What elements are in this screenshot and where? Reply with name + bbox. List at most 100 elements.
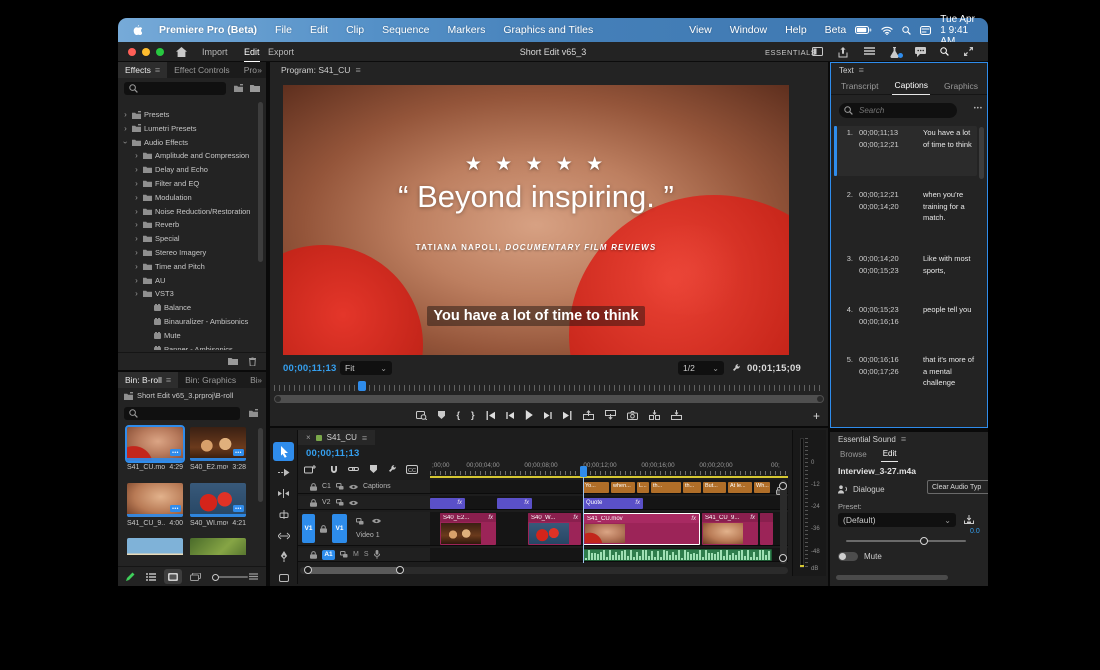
caption-search-box[interactable] xyxy=(839,103,957,118)
nest-button[interactable] xyxy=(304,465,316,474)
menu-item-view[interactable]: View xyxy=(680,24,721,36)
comparison-view-button[interactable] xyxy=(416,411,427,420)
tab-edit[interactable]: Edit xyxy=(881,446,899,462)
eye-icon[interactable] xyxy=(349,500,358,506)
freeform-view-icon[interactable] xyxy=(190,573,201,581)
graphics-clip[interactable]: fx xyxy=(497,498,532,509)
lock-icon[interactable] xyxy=(310,551,317,559)
lock-icon[interactable] xyxy=(310,499,317,507)
tab-bin-au[interactable]: Bin: Au xyxy=(243,372,257,388)
battery-icon[interactable] xyxy=(855,26,872,34)
tree-item-presets[interactable]: ›Presets xyxy=(122,108,254,121)
edit-pencil-icon[interactable] xyxy=(126,572,135,581)
tab-captions[interactable]: Captions xyxy=(892,77,930,95)
solo-button[interactable]: S xyxy=(364,551,369,558)
tab-bin-b-roll[interactable]: Bin: B-roll≡ xyxy=(118,372,178,388)
tree-expand-arrow[interactable]: › xyxy=(133,179,140,188)
sync-lock-icon[interactable] xyxy=(336,499,344,506)
delete-icon[interactable] xyxy=(249,357,256,366)
linked-selection-button[interactable] xyxy=(348,465,359,473)
tree-item-noise-reduction-restoration[interactable]: ›Noise Reduction/Restoration xyxy=(122,205,254,218)
bin-search-input[interactable] xyxy=(124,407,240,420)
slider-knob[interactable] xyxy=(920,537,928,545)
caption-list-item[interactable]: 5.00;00;16;1600;00;17;26that it's more o… xyxy=(837,354,977,409)
tree-item-au[interactable]: ›AU xyxy=(122,274,254,287)
slip-tool[interactable] xyxy=(273,526,294,545)
tree-item-audio-effects[interactable]: ›Audio Effects xyxy=(122,136,254,149)
panel-menu-icon[interactable]: ≡ xyxy=(355,65,360,75)
playback-resolution-dropdown[interactable]: 1/2⌄ xyxy=(678,361,724,375)
caption-list-item[interactable]: 3.00;00;14;2000;00;15;23Like with most s… xyxy=(837,253,977,301)
captions-menu-button[interactable]: CC xyxy=(406,465,418,474)
eye-icon[interactable] xyxy=(349,484,358,490)
clip-volume-slider[interactable] xyxy=(846,540,966,542)
tree-item-amplitude-and-compression[interactable]: ›Amplitude and Compression xyxy=(122,149,254,162)
clip-thumbnail-partial[interactable] xyxy=(127,538,183,555)
add-marker-button[interactable] xyxy=(370,465,377,473)
lift-button[interactable] xyxy=(583,410,594,420)
track-target-a1[interactable]: A1 xyxy=(322,550,335,560)
program-timecode[interactable]: 00;00;11;13 xyxy=(283,363,336,374)
track-select-forward-tool[interactable] xyxy=(273,463,294,482)
menu-item-clip[interactable]: Clip xyxy=(337,24,373,36)
tree-item-delay-and-echo[interactable]: ›Delay and Echo xyxy=(122,163,254,176)
audio-clip[interactable] xyxy=(583,549,772,561)
tree-expand-arrow[interactable]: › xyxy=(133,234,140,243)
panel-overflow-chevron[interactable]: » xyxy=(257,375,266,385)
caption-clip[interactable]: when... xyxy=(611,482,635,493)
scroll-handle-top[interactable] xyxy=(779,482,787,490)
icon-view-button[interactable] xyxy=(164,569,182,584)
lock-icon[interactable] xyxy=(320,525,327,533)
extract-button[interactable] xyxy=(605,410,616,420)
pen-tool[interactable] xyxy=(273,547,294,566)
sync-lock-icon[interactable] xyxy=(340,551,348,558)
selection-tool[interactable] xyxy=(273,442,294,461)
go-to-out-button[interactable] xyxy=(563,411,572,420)
mute-button[interactable]: M xyxy=(353,551,359,558)
sync-lock-icon[interactable] xyxy=(356,518,364,525)
zoom-level-dropdown[interactable]: Fit⌄ xyxy=(340,361,392,375)
tree-item-balance[interactable]: Balance xyxy=(122,301,254,314)
video-clip[interactable] xyxy=(760,513,773,545)
step-forward-button[interactable] xyxy=(544,411,552,420)
comments-icon[interactable] xyxy=(915,47,926,57)
effects-search-input[interactable] xyxy=(124,82,226,95)
more-options-ellipsis[interactable]: ••• xyxy=(974,106,983,112)
timeline-v-scrollbar[interactable] xyxy=(780,480,787,564)
scrollbar-thumb[interactable] xyxy=(306,567,402,574)
close-tab-icon[interactable]: × xyxy=(306,433,311,442)
menu-item-help[interactable]: Help xyxy=(776,24,816,36)
tree-expand-arrow[interactable]: › xyxy=(133,151,140,160)
playhead-line[interactable] xyxy=(583,477,584,563)
save-preset-icon[interactable] xyxy=(964,515,974,524)
thumbnail-zoom-slider[interactable] xyxy=(214,576,248,578)
wifi-icon[interactable] xyxy=(881,26,893,35)
tree-expand-arrow[interactable]: › xyxy=(122,139,130,146)
caption-clip[interactable]: At le... xyxy=(728,482,752,493)
workspaces-list-icon[interactable] xyxy=(864,47,875,55)
timeline-settings-wrench-icon[interactable] xyxy=(388,465,397,474)
clear-audio-type-button[interactable]: Clear Audio Typ xyxy=(927,480,988,494)
tree-expand-arrow[interactable]: › xyxy=(133,248,140,257)
timeline-timecode[interactable]: 00;00;11;13 xyxy=(306,448,359,459)
panel-menu-icon[interactable]: ≡ xyxy=(901,434,906,444)
bin-item[interactable]: •••S40_WI.mov4:21 xyxy=(190,483,246,531)
sequence-tab[interactable]: ×S41_CU≡ xyxy=(298,430,375,445)
go-to-in-button[interactable] xyxy=(486,411,495,420)
effects-tree-scrollbar[interactable] xyxy=(258,102,263,262)
caption-clip[interactable]: But... xyxy=(703,482,726,493)
playhead-head[interactable] xyxy=(580,466,587,477)
rectangle-tool[interactable] xyxy=(273,568,294,586)
tree-item-filter-and-eq[interactable]: ›Filter and EQ xyxy=(122,177,254,190)
gain-value[interactable]: 0.0 xyxy=(970,528,980,535)
razor-tool[interactable] xyxy=(273,505,294,524)
menu-item-window[interactable]: Window xyxy=(721,24,776,36)
scroll-handle-bottom[interactable] xyxy=(779,554,787,562)
tab-properties[interactable]: Propertie xyxy=(237,62,258,78)
tree-expand-arrow[interactable]: › xyxy=(122,110,129,119)
track-target-v1[interactable]: V1 xyxy=(332,514,347,543)
program-mini-ruler[interactable] xyxy=(274,380,824,392)
new-custom-bin-icon[interactable] xyxy=(250,84,260,92)
overwrite-button[interactable] xyxy=(671,410,682,420)
list-view-icon[interactable] xyxy=(146,573,156,581)
